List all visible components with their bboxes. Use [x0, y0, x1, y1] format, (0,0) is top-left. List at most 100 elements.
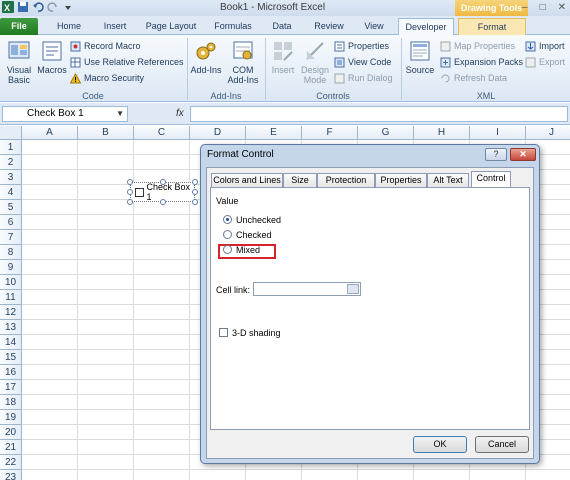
design-mode-button[interactable]: Design Mode — [300, 39, 330, 85]
sheet-checkbox-box[interactable] — [135, 187, 144, 197]
row-header[interactable]: 23 — [0, 470, 22, 480]
ok-button[interactable]: OK — [413, 436, 467, 453]
row-header[interactable]: 2 — [0, 155, 22, 170]
maximize-button[interactable]: □ — [540, 2, 546, 13]
minimize-button[interactable]: – — [522, 2, 528, 13]
column-header[interactable]: G — [358, 126, 414, 140]
row-header[interactable]: 3 — [0, 170, 22, 185]
column-header[interactable]: C — [134, 126, 190, 140]
resize-handle[interactable] — [127, 189, 133, 195]
help-button[interactable]: ? — [485, 148, 507, 161]
column-header[interactable]: A — [22, 126, 78, 140]
record-macro-button[interactable]: Record Macro — [70, 40, 141, 53]
tab-home[interactable]: Home — [48, 18, 90, 35]
mixed-radio[interactable] — [223, 245, 232, 254]
column-header[interactable]: J — [526, 126, 570, 140]
tab-control[interactable]: Control — [471, 171, 511, 188]
use-relative-references-button[interactable]: Use Relative References — [70, 56, 184, 69]
run-dialog-button[interactable]: Run Dialog — [334, 72, 393, 85]
properties-button[interactable]: Properties — [334, 40, 389, 53]
redo-icon[interactable] — [47, 1, 59, 13]
resize-handle[interactable] — [160, 199, 166, 205]
row-header[interactable]: 19 — [0, 410, 22, 425]
macros-button[interactable]: Macros — [36, 39, 68, 75]
save-icon[interactable] — [17, 1, 29, 13]
column-header[interactable]: E — [246, 126, 302, 140]
row-header[interactable]: 16 — [0, 365, 22, 380]
cell-link-input[interactable] — [253, 282, 361, 296]
row-header[interactable]: 1 — [0, 140, 22, 155]
refresh-data-button[interactable]: Refresh Data — [440, 72, 507, 85]
insert-function-icon[interactable]: fx — [176, 108, 184, 119]
unchecked-radio[interactable] — [223, 215, 232, 224]
name-box-dropdown-icon[interactable]: ▼ — [116, 107, 124, 121]
row-header[interactable]: 5 — [0, 200, 22, 215]
tab-size[interactable]: Size — [283, 173, 317, 187]
resize-handle[interactable] — [192, 189, 198, 195]
column-header[interactable]: D — [190, 126, 246, 140]
row-header[interactable]: 14 — [0, 335, 22, 350]
tab-insert[interactable]: Insert — [94, 18, 136, 35]
3d-shading-checkbox[interactable] — [219, 328, 228, 337]
tab-format[interactable]: Format — [458, 18, 526, 35]
com-add-ins-button[interactable]: COM Add-Ins — [226, 39, 260, 85]
excel-icon[interactable]: X — [2, 1, 14, 13]
column-header[interactable]: H — [414, 126, 470, 140]
3d-shading-label[interactable]: 3-D shading — [232, 328, 281, 338]
row-header[interactable]: 6 — [0, 215, 22, 230]
macro-security-button[interactable]: Macro Security — [69, 72, 144, 85]
customize-qat-icon[interactable] — [62, 1, 74, 13]
expansion-packs-button[interactable]: Expansion Packs — [440, 56, 523, 69]
tab-review[interactable]: Review — [306, 18, 352, 35]
visual-basic-button[interactable]: Visual Basic — [4, 39, 34, 85]
row-header[interactable]: 15 — [0, 350, 22, 365]
resize-handle[interactable] — [127, 179, 133, 185]
view-code-button[interactable]: View Code — [334, 56, 391, 69]
dialog-close-button[interactable]: ✕ — [510, 148, 536, 161]
import-button[interactable]: Import — [525, 40, 565, 53]
tab-data[interactable]: Data — [264, 18, 300, 35]
select-all-corner[interactable] — [0, 126, 22, 140]
unchecked-label[interactable]: Unchecked — [236, 215, 281, 225]
insert-control-button[interactable]: Insert — [268, 39, 298, 75]
mixed-label[interactable]: Mixed — [236, 245, 260, 255]
row-header[interactable]: 21 — [0, 440, 22, 455]
tab-colors-and-lines[interactable]: Colors and Lines — [211, 173, 283, 187]
map-properties-button[interactable]: Map Properties — [440, 40, 515, 53]
source-button[interactable]: Source — [404, 39, 436, 75]
row-header[interactable]: 13 — [0, 320, 22, 335]
formula-input[interactable] — [190, 106, 568, 122]
tab-alt-text[interactable]: Alt Text — [427, 173, 469, 187]
tab-page-layout[interactable]: Page Layout — [140, 18, 202, 35]
row-header[interactable]: 22 — [0, 455, 22, 470]
resize-handle[interactable] — [192, 199, 198, 205]
name-box[interactable]: Check Box 1 ▼ — [2, 106, 128, 122]
column-header[interactable]: B — [78, 126, 134, 140]
range-picker-icon[interactable] — [347, 284, 359, 294]
column-header[interactable]: I — [470, 126, 526, 140]
row-header[interactable]: 11 — [0, 290, 22, 305]
row-header[interactable]: 20 — [0, 425, 22, 440]
cancel-button[interactable]: Cancel — [475, 436, 529, 453]
resize-handle[interactable] — [127, 199, 133, 205]
row-header[interactable]: 18 — [0, 395, 22, 410]
undo-icon[interactable] — [32, 1, 44, 13]
tab-protection[interactable]: Protection — [317, 173, 375, 187]
row-header[interactable]: 17 — [0, 380, 22, 395]
export-button[interactable]: Export — [525, 56, 565, 69]
tab-developer[interactable]: Developer — [398, 18, 454, 35]
tab-formulas[interactable]: Formulas — [207, 18, 259, 35]
add-ins-button[interactable]: Add-Ins — [190, 39, 222, 75]
row-header[interactable]: 4 — [0, 185, 22, 200]
tab-view[interactable]: View — [356, 18, 392, 35]
row-header[interactable]: 9 — [0, 260, 22, 275]
column-header[interactable]: F — [302, 126, 358, 140]
tab-file[interactable]: File — [0, 18, 38, 35]
row-header[interactable]: 10 — [0, 275, 22, 290]
row-header[interactable]: 8 — [0, 245, 22, 260]
checked-label[interactable]: Checked — [236, 230, 272, 240]
checked-radio[interactable] — [223, 230, 232, 239]
row-header[interactable]: 7 — [0, 230, 22, 245]
resize-handle[interactable] — [160, 179, 166, 185]
row-header[interactable]: 12 — [0, 305, 22, 320]
